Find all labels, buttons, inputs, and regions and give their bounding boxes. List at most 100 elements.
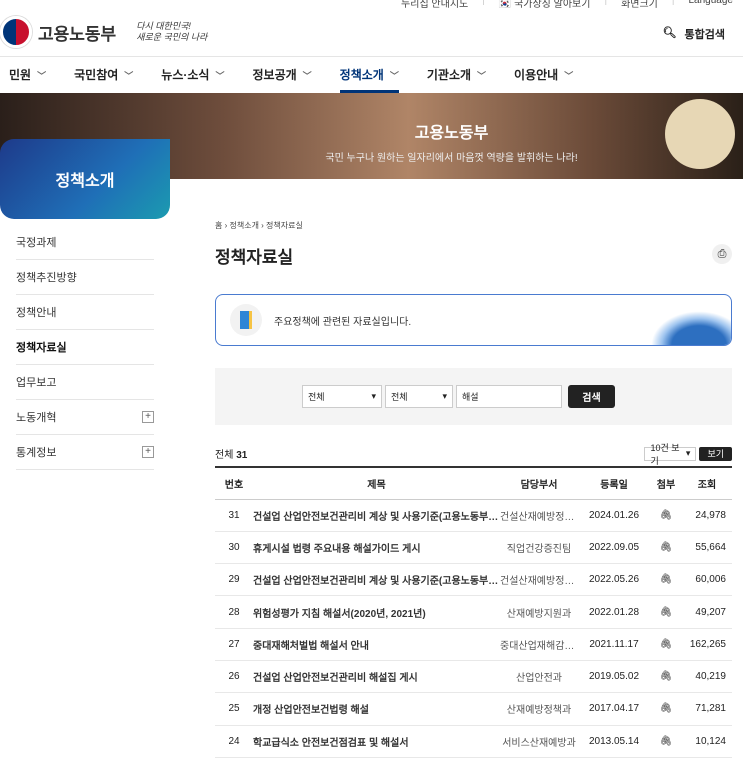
nav-item[interactable]: 국민참여 ﹀ — [74, 57, 133, 93]
sidebar-item-label: 업무보고 — [16, 377, 57, 389]
row-title[interactable]: 학교급식소 안전보건점검표 및 해설서 — [253, 725, 500, 758]
integrated-search-button[interactable]: 🔍︎ 통합검색 — [663, 26, 725, 42]
view-button[interactable]: 보기 — [699, 446, 732, 461]
sidebar-item[interactable]: 정책안내 — [16, 295, 154, 330]
nav-item[interactable]: 정보공개 ﹀ — [252, 57, 311, 93]
attachment-icon[interactable]: 🖇︎ — [650, 499, 682, 532]
row-title[interactable]: 건설업 산업안전보건관리비 계상 및 사용기준(고용노동부 고시 제2023-4… — [253, 499, 500, 532]
table-row[interactable]: 27 중대재해처벌법 해설서 안내 중대산업재해감독과 2021.11.17 🖇︎ 162… — [215, 628, 732, 661]
chevron-down-icon: ﹀ — [477, 71, 487, 81]
breadcrumb-item[interactable]: 정책소개 — [229, 221, 258, 230]
sitemap-link[interactable]: 누리집 안내지도 — [401, 0, 468, 10]
table-row[interactable]: 29건설업 산업안전보건관리비 계상 및 사용기준(고용노동부 고시) 개정건설… — [215, 563, 732, 597]
taeguk-logo-icon — [0, 16, 32, 48]
info-box: 주요정책에 관련된 자료실입니다. — [215, 294, 732, 346]
chevron-down-icon: ﹀ — [302, 71, 312, 81]
nav-item[interactable]: 민원 ﹀ — [9, 57, 46, 93]
keyword-input[interactable]: 해설 — [456, 385, 562, 408]
language-menu[interactable]: Language — [689, 0, 734, 10]
nav-item[interactable]: 이용안내 ﹀ — [514, 57, 573, 93]
table-row[interactable]: 31건설업 산업안전보건관리비 계상 및 사용기준(고용노동부 고시 제2023… — [215, 499, 732, 532]
row-title[interactable]: 건설업 산업안전보건관리비 계상 및 사용기준(고용노동부 고시) 개정 — [253, 563, 500, 597]
main-nav: 민원 ﹀ 국민참여 ﹀ 뉴스·소식 ﹀ 정보공개 ﹀ 정책소개 ﹀ 기관소개 ﹀ 이용안내 ﹀ — [0, 56, 743, 93]
table-row[interactable]: 28 위험성평가 지침 해설서(2020년, 2021년) 산재예방지원과 2022.… — [215, 595, 732, 629]
nav-label: 국민참여 — [74, 68, 119, 82]
row-date: 2022.09.05 — [578, 531, 650, 565]
search-icon: 🔍︎ — [662, 27, 677, 39]
row-date: 2024.01.26 — [578, 499, 650, 532]
column-header: 등록일 — [578, 466, 650, 500]
row-title[interactable]: 위험성평가 지침 해설서(2020년, 2021년) — [253, 595, 500, 629]
row-title[interactable]: 건설업 산업안전보건관리비 해설집 게시 — [253, 660, 500, 694]
table-row[interactable]: 26 건설업 산업안전보건관리비 해설집 게시 산업안전과 2019.05.02 🖇︎ 4… — [215, 660, 732, 694]
breadcrumb: 홈 › 정책소개 › 정책자료실 — [215, 221, 303, 230]
row-department: 직업건강증진팀 — [500, 531, 578, 565]
attachment-icon[interactable]: 🖇︎ — [650, 725, 682, 758]
sidebar-item[interactable]: 노동개혁 + — [16, 400, 154, 435]
column-header: 제목 — [253, 466, 500, 500]
row-department: 중대산업재해감독과 — [500, 628, 578, 661]
font-size-menu[interactable]: 화면크기 — [621, 0, 658, 10]
total-label: 전체 — [215, 450, 234, 461]
row-title[interactable]: 휴게시설 법령 주요내용 해설가이드 게시 — [253, 531, 500, 565]
row-number: 28 — [215, 595, 253, 629]
sidebar-item-label: 통계정보 — [16, 447, 57, 459]
column-header: 조회 — [682, 466, 732, 500]
row-views: 24,978 — [682, 499, 732, 532]
attachment-icon[interactable]: 🖇︎ — [650, 563, 682, 597]
table-row[interactable]: 25 개정 산업안전보건법령 해설 산재예방정책과 2017.04.17 🖇︎ 71,28… — [215, 692, 732, 726]
sidebar-item-label: 정책안내 — [16, 307, 57, 319]
table-header-row: 번호 제목 담당부서 등록일 첨부 조회 — [215, 466, 732, 500]
sidebar-item[interactable]: 통계정보 + — [16, 435, 154, 470]
row-views: 60,006 — [682, 563, 732, 597]
row-number: 30 — [215, 531, 253, 565]
row-views: 55,664 — [682, 531, 732, 565]
row-date: 2022.01.28 — [578, 595, 650, 629]
row-date: 2017.04.17 — [578, 692, 650, 726]
nav-item[interactable]: 뉴스·소식 ﹀ — [161, 57, 224, 93]
sidebar-item[interactable]: 국정과제 — [16, 225, 154, 260]
row-views: 40,219 — [682, 660, 732, 694]
table-row[interactable]: 24 학교급식소 안전보건점검표 및 해설서 서비스산재예방과 2013.05.14 🖇… — [215, 725, 732, 758]
column-header: 담당부서 — [500, 466, 578, 500]
field-select[interactable]: 전체 ▾ — [385, 385, 453, 408]
print-icon[interactable]: ⎙ — [712, 244, 732, 264]
divider: | — [482, 0, 485, 6]
main-content: 홈 › 정책소개 › 정책자료실 정책자료실 ⎙ 주요정책에 관련된 자료실입니… — [215, 220, 732, 758]
breadcrumb-current: 정책자료실 — [266, 221, 303, 230]
table-row[interactable]: 30 휴게시설 법령 주요내용 해설가이드 게시 직업건강증진팀 2022.09.05… — [215, 531, 732, 565]
caret-down-icon: ▾ — [442, 391, 447, 401]
breadcrumb-home[interactable]: 홈 — [215, 221, 222, 230]
page-size-select[interactable]: 10건 보기 ▾ — [644, 443, 697, 466]
attachment-icon[interactable]: 🖇︎ — [650, 531, 682, 565]
row-views: 162,265 — [682, 628, 732, 661]
expand-plus-icon[interactable]: + — [142, 446, 154, 458]
column-header: 번호 — [215, 466, 253, 500]
chevron-down-icon: ﹀ — [564, 71, 574, 81]
logo[interactable]: 고용노동부 다시 대한민국! 새로운 국민의 나라 — [0, 16, 207, 48]
row-number: 25 — [215, 692, 253, 726]
row-number: 27 — [215, 628, 253, 661]
attachment-icon[interactable]: 🖇︎ — [650, 628, 682, 661]
search-label: 통합검색 — [684, 29, 725, 41]
expand-plus-icon[interactable]: + — [142, 411, 154, 423]
row-title[interactable]: 개정 산업안전보건법령 해설 — [253, 692, 500, 726]
chevron-down-icon: ﹀ — [124, 71, 134, 81]
nav-item[interactable]: 기관소개 ﹀ — [427, 57, 486, 93]
attachment-icon[interactable]: 🖇︎ — [650, 595, 682, 629]
row-department: 산업안전과 — [500, 660, 578, 694]
attachment-icon[interactable]: 🖇︎ — [650, 692, 682, 726]
sidebar-item[interactable]: 업무보고 — [16, 365, 154, 400]
sidebar-item-active[interactable]: 정책자료실 — [16, 330, 154, 365]
search-button[interactable]: 검색 — [568, 385, 615, 408]
search-box: 전체 ▾ 전체 ▾ 해설 검색 — [215, 368, 732, 425]
smiley-image — [665, 99, 735, 169]
category-select[interactable]: 전체 ▾ — [302, 385, 382, 408]
sidebar-item[interactable]: 정책추진방향 — [16, 260, 154, 295]
row-title[interactable]: 중대재해처벌법 해설서 안내 — [253, 628, 500, 661]
attachment-icon[interactable]: 🖇︎ — [650, 660, 682, 694]
national-symbol-link[interactable]: 🇰🇷 국가상징 알아보기 — [499, 0, 591, 10]
book-icon — [230, 304, 262, 336]
slogan-line: 다시 대한민국! — [136, 21, 191, 31]
nav-item-active[interactable]: 정책소개 ﹀ — [339, 57, 399, 93]
